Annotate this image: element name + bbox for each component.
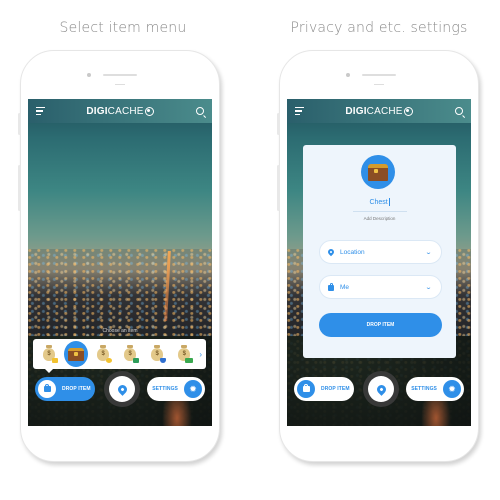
app-logo: DIGI CACHE [86, 105, 154, 117]
app-header: DIGI CACHE [287, 99, 471, 123]
speaker [362, 74, 396, 76]
screen-select-item: DIGI CACHE Choose an item $ $ $ $ $ › DR… [28, 99, 212, 426]
bag-icon [302, 384, 310, 392]
speaker [103, 74, 137, 76]
caption-left: Select item menu [59, 20, 187, 36]
caption-right: Privacy and etc. settings [290, 20, 468, 36]
search-icon[interactable] [196, 107, 204, 115]
bag-icon-wrap [297, 380, 315, 398]
text-caret [388, 198, 390, 206]
privacy-select-value: Me [340, 283, 350, 291]
location-select[interactable]: Location ⌄ [319, 240, 442, 264]
logo-light: CACHE [107, 105, 144, 117]
location-select-value: Location [340, 248, 365, 256]
add-description-link[interactable]: Add Description [303, 216, 456, 221]
volume-button [18, 113, 21, 135]
sensor [374, 84, 384, 85]
gear-icon: ✹ [184, 380, 202, 398]
screen-settings: DIGI CACHE Chest Add Description Location… [287, 99, 471, 426]
treasure-chest-icon [368, 163, 388, 181]
chevron-down-icon: ⌄ [424, 249, 433, 256]
bottom-action-bar: DROP ITEM SETTINGS ✹ [287, 364, 471, 424]
hamburger-menu-icon[interactable] [295, 107, 304, 115]
settings-label: SETTINGS [152, 386, 178, 392]
bag-icon [43, 384, 51, 392]
volume-button [277, 165, 280, 211]
front-camera [346, 73, 350, 77]
gear-icon: ✹ [443, 380, 461, 398]
bills-badge-icon [185, 358, 194, 363]
choose-item-label: Choose an item [102, 328, 138, 334]
logo-bold: DIGI [86, 105, 108, 117]
settings-button[interactable]: SETTINGS ✹ [147, 377, 205, 401]
logo-light: CACHE [366, 105, 403, 117]
item-name-value: Chest [369, 198, 388, 206]
volume-button [18, 165, 21, 211]
bottom-action-bar: DROP ITEM SETTINGS ✹ [28, 364, 212, 424]
drop-item-label: DROP ITEM [321, 386, 350, 392]
drop-item-card: Chest Add Description Location ⌄ Me ⌄ DR… [303, 145, 456, 358]
drop-item-button[interactable]: DROP ITEM [294, 377, 354, 401]
coin-badge-icon [52, 358, 59, 363]
map-pin-icon [115, 382, 129, 396]
hamburger-menu-icon[interactable] [36, 107, 45, 115]
coins-badge-icon [106, 358, 113, 363]
map-pin-icon [374, 382, 388, 396]
chevron-down-icon: ⌄ [424, 284, 433, 291]
drop-item-label: DROP ITEM [62, 386, 91, 392]
location-button[interactable] [363, 371, 399, 407]
search-icon[interactable] [455, 107, 463, 115]
volume-button [277, 113, 280, 135]
item-avatar[interactable] [361, 155, 395, 189]
privacy-select[interactable]: Me ⌄ [319, 275, 442, 299]
phone-left: DIGI CACHE Choose an item $ $ $ $ $ › DR… [18, 50, 220, 462]
app-logo: DIGI CACHE [345, 105, 413, 117]
chevron-right-icon[interactable]: › [199, 350, 202, 359]
location-button-inner [368, 376, 394, 402]
front-camera [87, 73, 91, 77]
location-button-inner [109, 376, 135, 402]
phone-right: DIGI CACHE Chest Add Description Location… [277, 50, 479, 462]
item-name-input[interactable]: Chest [303, 198, 456, 206]
name-underline [353, 211, 407, 212]
card-drop-item-button[interactable]: DROP ITEM [319, 313, 442, 337]
cash-badge-icon [133, 358, 140, 363]
sensor [115, 84, 125, 85]
map-pin-icon [326, 247, 336, 257]
shield-badge-icon [160, 358, 167, 363]
settings-button[interactable]: SETTINGS ✹ [406, 377, 464, 401]
logo-bold: DIGI [345, 105, 367, 117]
location-button[interactable] [104, 371, 140, 407]
treasure-chest-icon [68, 347, 85, 361]
drop-item-button[interactable]: DROP ITEM [35, 377, 95, 401]
settings-label: SETTINGS [411, 386, 437, 392]
logo-mark-icon [403, 106, 413, 116]
bag-icon-wrap [38, 380, 56, 398]
lock-icon [328, 282, 334, 291]
logo-mark-icon [144, 106, 154, 116]
app-header: DIGI CACHE [28, 99, 212, 123]
